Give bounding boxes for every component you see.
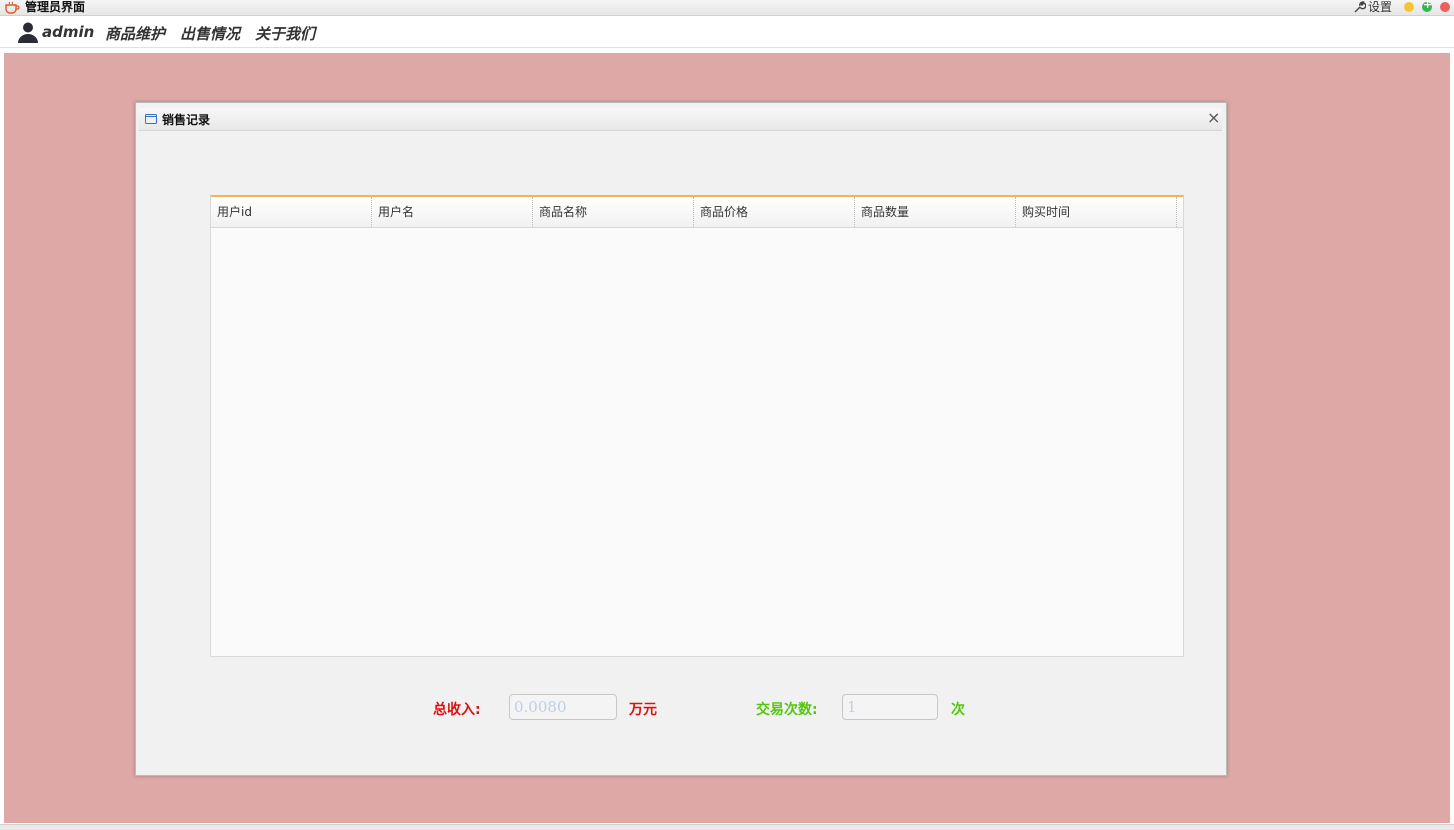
wrench-icon — [1354, 1, 1367, 13]
transaction-count-field[interactable]: 1 — [842, 694, 938, 720]
user-silhouette-icon — [17, 21, 39, 43]
total-income-field[interactable]: 0.0080 — [509, 694, 617, 720]
menu-item-product-maintenance[interactable]: 商品维护 — [105, 23, 165, 44]
minimize-button[interactable] — [1404, 2, 1414, 12]
menu-username[interactable]: admin — [42, 23, 94, 41]
maximize-button[interactable] — [1422, 0, 1432, 12]
sales-table[interactable]: 用户id 用户名 商品名称 商品价格 商品数量 购买时间 — [210, 195, 1184, 657]
frame-close-button[interactable]: × — [1207, 109, 1220, 127]
column-header-purchase-time[interactable]: 购买时间 — [1016, 197, 1177, 227]
column-header-product-name[interactable]: 商品名称 — [533, 197, 694, 227]
frame-titlebar[interactable]: 销售记录 × — [139, 108, 1222, 131]
column-header-username[interactable]: 用户名 — [372, 197, 533, 227]
column-header-product-price[interactable]: 商品价格 — [694, 197, 855, 227]
income-unit-label: 万元 — [629, 702, 657, 718]
menu-bar: admin 商品维护 出售情况 关于我们 — [0, 17, 1454, 48]
transaction-count-label: 交易次数: — [756, 702, 818, 718]
sales-record-frame: 销售记录 × 用户id 用户名 商品名称 商品价格 商品数量 购买时间 总收入:… — [135, 102, 1227, 776]
window-titlebar: 管理员界面 设置 — [0, 0, 1454, 16]
frame-title: 销售记录 — [162, 113, 211, 127]
window-title: 管理员界面 — [25, 0, 86, 14]
total-income-label: 总收入: — [433, 702, 481, 718]
menu-item-about-us[interactable]: 关于我们 — [255, 23, 315, 44]
count-unit-label: 次 — [951, 702, 965, 718]
bottom-edge — [0, 824, 1454, 830]
table-header: 用户id 用户名 商品名称 商品价格 商品数量 购买时间 — [211, 197, 1183, 228]
close-window-button[interactable] — [1440, 2, 1450, 12]
coffee-cup-icon — [4, 1, 20, 14]
column-header-user-id[interactable]: 用户id — [211, 197, 372, 227]
column-header-product-quantity[interactable]: 商品数量 — [855, 197, 1016, 227]
window-icon — [145, 113, 157, 124]
settings-button[interactable]: 设置 — [1354, 0, 1392, 14]
menu-item-sales-status[interactable]: 出售情况 — [180, 23, 240, 44]
settings-label: 设置 — [1367, 0, 1392, 14]
